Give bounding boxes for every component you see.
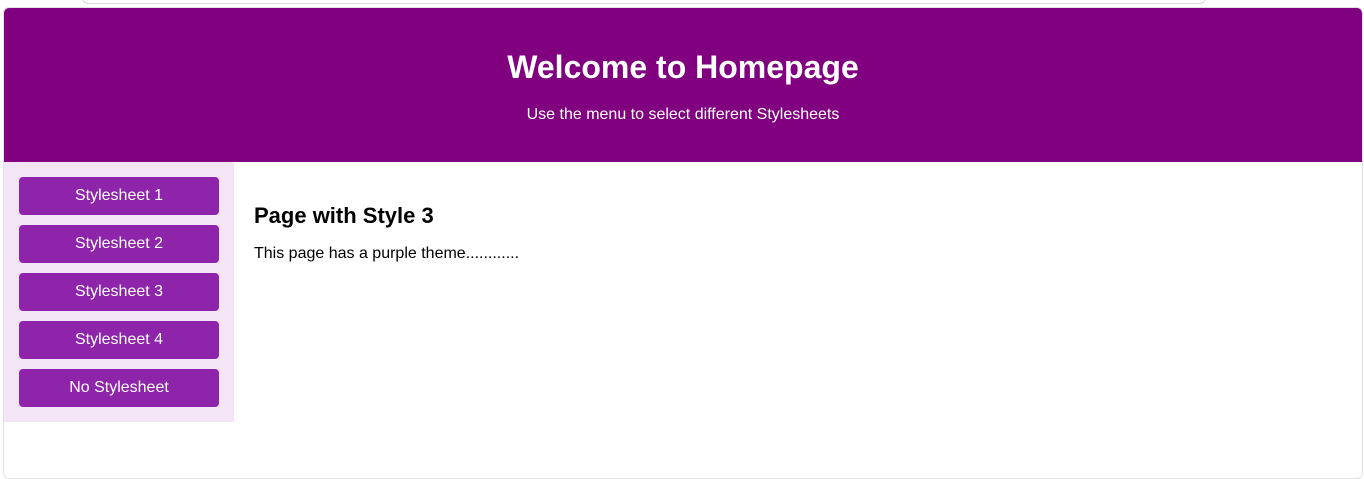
body-row: Stylesheet 1 Stylesheet 2 Stylesheet 3 S… bbox=[4, 162, 1362, 422]
stylesheet-2-button[interactable]: Stylesheet 2 bbox=[19, 225, 219, 263]
content-text: This page has a purple theme............ bbox=[254, 245, 520, 262]
page-frame: Welcome to Homepage Use the menu to sele… bbox=[3, 7, 1363, 479]
stylesheet-3-button[interactable]: Stylesheet 3 bbox=[19, 273, 219, 311]
no-stylesheet-button[interactable]: No Stylesheet bbox=[19, 369, 219, 407]
browser-address-bar-edge bbox=[82, 0, 1206, 4]
main-content: Page with Style 3 This page has a purple… bbox=[234, 162, 519, 263]
header-banner: Welcome to Homepage Use the menu to sele… bbox=[4, 8, 1362, 162]
content-heading: Page with Style 3 bbox=[254, 203, 434, 228]
sidebar-menu: Stylesheet 1 Stylesheet 2 Stylesheet 3 S… bbox=[4, 162, 234, 422]
stylesheet-4-button[interactable]: Stylesheet 4 bbox=[19, 321, 219, 359]
header-subtitle: Use the menu to select different Stylesh… bbox=[526, 106, 840, 123]
page-title: Welcome to Homepage bbox=[507, 49, 859, 85]
stylesheet-1-button[interactable]: Stylesheet 1 bbox=[19, 177, 219, 215]
